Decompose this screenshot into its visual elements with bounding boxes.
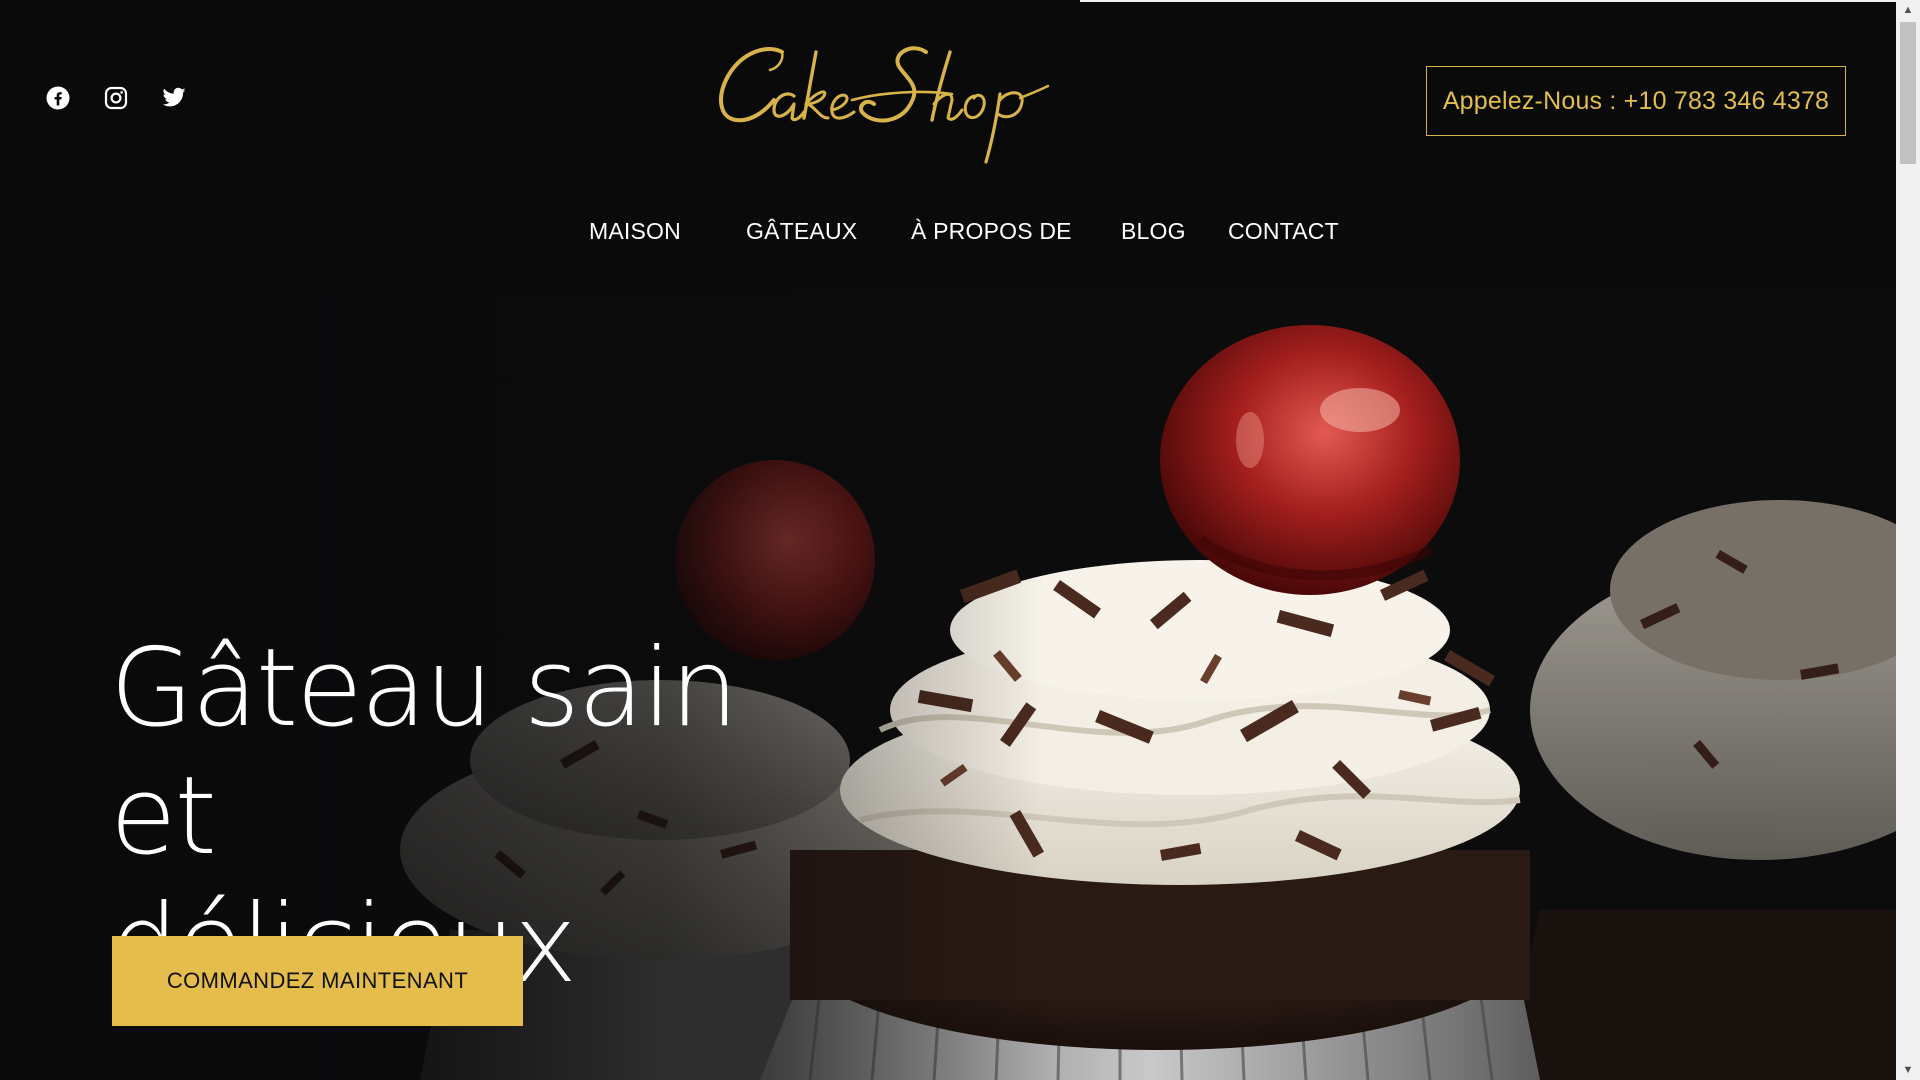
scroll-down-arrow-icon[interactable]: ▼ — [1896, 1060, 1920, 1080]
scroll-up-arrow-icon[interactable]: ▲ — [1896, 0, 1920, 20]
twitter-icon[interactable] — [162, 86, 186, 110]
nav-item-gateaux[interactable]: GÂTEAUX — [746, 218, 857, 245]
hero-headline-line1: Gâteau sain et — [110, 626, 739, 879]
top-border — [1080, 0, 1896, 2]
instagram-icon[interactable] — [104, 86, 128, 110]
facebook-icon[interactable] — [46, 86, 70, 110]
scrollbar-thumb[interactable] — [1900, 22, 1916, 164]
logo-script-graphic — [719, 46, 1050, 164]
cake-shop-logo[interactable] — [712, 38, 1052, 168]
nav-item-blog[interactable]: BLOG — [1121, 218, 1186, 245]
order-now-button[interactable]: COMMANDEZ MAINTENANT — [112, 936, 523, 1026]
vertical-scrollbar[interactable]: ▲ ▼ — [1896, 0, 1920, 1080]
viewport: Appelez-Nous : +10 783 346 4378 MAISON G… — [0, 0, 1896, 1080]
hero-section: Gâteau sain et délicieux COMMANDEZ MAINT… — [0, 290, 1896, 1080]
page: Appelez-Nous : +10 783 346 4378 MAISON G… — [0, 0, 1920, 1080]
nav-item-maison[interactable]: MAISON — [589, 218, 681, 245]
call-us-button[interactable]: Appelez-Nous : +10 783 346 4378 — [1426, 66, 1846, 136]
social-links — [46, 86, 186, 110]
main-nav: MAISON GÂTEAUX À PROPOS DE BLOG CONTACT — [0, 218, 1896, 252]
nav-item-contact[interactable]: CONTACT — [1228, 218, 1339, 245]
nav-item-a-propos[interactable]: À PROPOS DE — [911, 218, 1072, 245]
